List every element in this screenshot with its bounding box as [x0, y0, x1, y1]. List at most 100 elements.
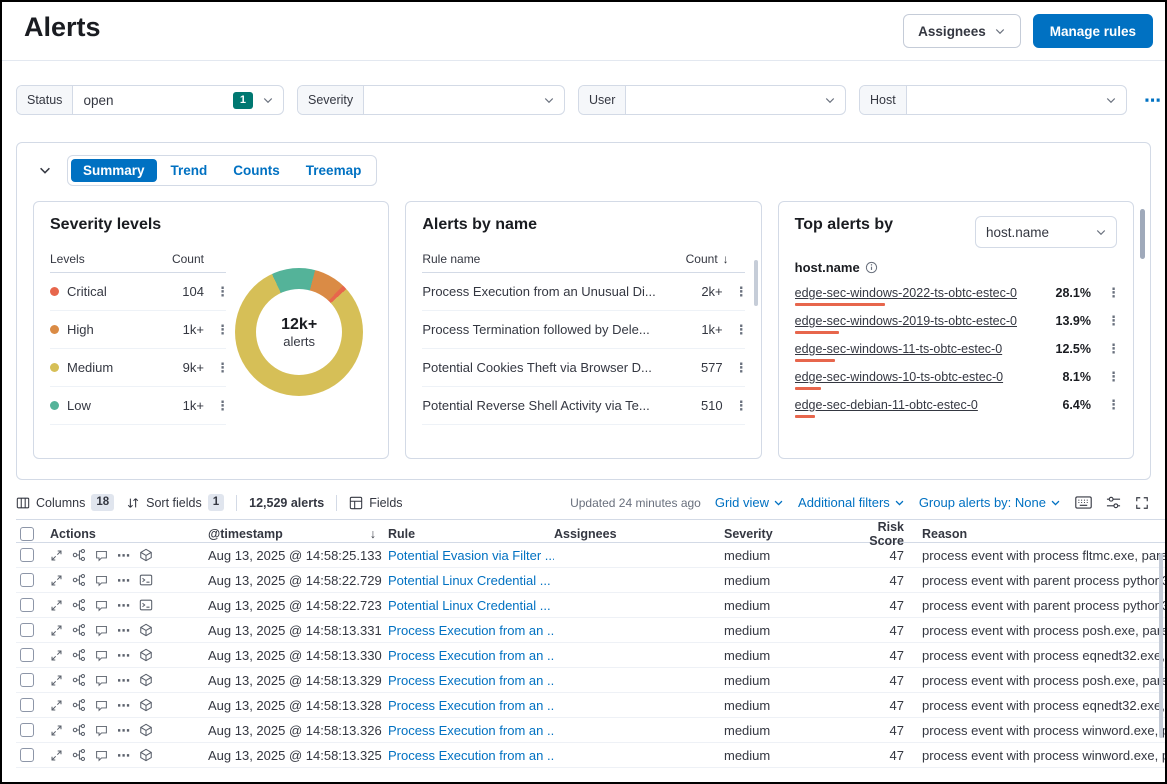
section-scrollbar[interactable] — [1140, 209, 1145, 259]
more-actions-icon[interactable]: ⋯ — [117, 649, 130, 662]
row-checkbox[interactable] — [20, 698, 34, 712]
row-actions-icon[interactable]: ⋮ — [216, 284, 226, 300]
status-filter[interactable]: Status open 1 — [16, 85, 284, 115]
columns-button[interactable]: Columns 18 — [16, 494, 114, 511]
expand-alert-icon[interactable] — [50, 674, 63, 687]
alert-rule-link[interactable]: Process Execution from an ... — [388, 623, 554, 638]
analyze-event-icon[interactable] — [72, 748, 86, 762]
col-rule[interactable]: Rule — [388, 527, 554, 541]
tab-summary[interactable]: Summary — [71, 159, 157, 182]
more-actions-icon[interactable]: ⋯ — [117, 549, 130, 562]
fields-button[interactable]: Fields — [349, 496, 402, 510]
col-severity[interactable]: Severity — [724, 527, 844, 541]
more-actions-icon[interactable]: ⋯ — [117, 699, 130, 712]
analyze-session-icon[interactable] — [139, 548, 153, 562]
col-risk-score[interactable]: Risk Score — [844, 520, 908, 548]
expand-alert-icon[interactable] — [50, 599, 63, 612]
host-name-link[interactable]: edge-sec-debian-11-obtc-estec-0 — [795, 398, 1055, 412]
more-actions-icon[interactable]: ⋯ — [117, 574, 130, 587]
tab-trend[interactable]: Trend — [159, 159, 220, 182]
session-view-icon[interactable] — [139, 598, 153, 612]
fullscreen-icon[interactable] — [1135, 496, 1149, 510]
row-actions-icon[interactable]: ⋮ — [1107, 397, 1117, 413]
alert-rule-link[interactable]: Process Execution from an ... — [388, 723, 554, 738]
additional-filters-button[interactable]: Additional filters — [798, 495, 905, 510]
more-actions-icon[interactable]: ⋯ — [117, 599, 130, 612]
alert-rule-link[interactable]: Potential Evasion via Filter ... — [388, 548, 554, 563]
col-timestamp[interactable]: @timestamp ↓ — [208, 527, 388, 541]
add-note-icon[interactable] — [95, 549, 108, 562]
tab-treemap[interactable]: Treemap — [294, 159, 374, 182]
info-icon[interactable] — [865, 261, 878, 274]
user-filter[interactable]: User — [578, 85, 846, 115]
more-actions-icon[interactable]: ⋯ — [117, 674, 130, 687]
rule-name[interactable]: Potential Reverse Shell Activity via Te.… — [422, 398, 682, 413]
analyze-session-icon[interactable] — [139, 723, 153, 737]
col-reason[interactable]: Reason — [908, 527, 1165, 541]
row-checkbox[interactable] — [20, 748, 34, 762]
analyze-session-icon[interactable] — [139, 698, 153, 712]
analyze-event-icon[interactable] — [72, 548, 86, 562]
alert-rule-link[interactable]: Process Execution from an ... — [388, 698, 554, 713]
rule-name[interactable]: Process Termination followed by Dele... — [422, 322, 682, 337]
expand-alert-icon[interactable] — [50, 549, 63, 562]
expand-alert-icon[interactable] — [50, 749, 63, 762]
row-actions-icon[interactable]: ⋮ — [1107, 341, 1117, 357]
filter-options-icon[interactable]: ⋯ — [1144, 92, 1162, 109]
more-actions-icon[interactable]: ⋯ — [117, 749, 130, 762]
manage-rules-button[interactable]: Manage rules — [1033, 14, 1153, 48]
analyze-session-icon[interactable] — [139, 648, 153, 662]
expand-alert-icon[interactable] — [50, 624, 63, 637]
expand-alert-icon[interactable] — [50, 699, 63, 712]
keyboard-shortcuts-icon[interactable] — [1075, 496, 1092, 509]
row-checkbox[interactable] — [20, 598, 34, 612]
analyze-event-icon[interactable] — [72, 598, 86, 612]
table-scrollbar[interactable] — [1159, 553, 1163, 738]
select-all-checkbox[interactable] — [20, 527, 34, 541]
add-note-icon[interactable] — [95, 599, 108, 612]
row-checkbox[interactable] — [20, 548, 34, 562]
sort-fields-button[interactable]: Sort fields 1 — [126, 494, 224, 511]
analyze-event-icon[interactable] — [72, 723, 86, 737]
panel-scrollbar[interactable] — [754, 260, 758, 306]
expand-alert-icon[interactable] — [50, 649, 63, 662]
row-actions-icon[interactable]: ⋮ — [216, 360, 226, 376]
top-alerts-field-select[interactable]: host.name — [975, 216, 1117, 248]
row-checkbox[interactable] — [20, 623, 34, 637]
analyze-event-icon[interactable] — [72, 573, 86, 587]
grid-view-button[interactable]: Grid view — [715, 495, 784, 510]
group-alerts-button[interactable]: Group alerts by: None — [919, 495, 1061, 510]
add-note-icon[interactable] — [95, 649, 108, 662]
alert-rule-link[interactable]: Potential Linux Credential ... — [388, 573, 554, 588]
analyze-session-icon[interactable] — [139, 673, 153, 687]
add-note-icon[interactable] — [95, 624, 108, 637]
tab-counts[interactable]: Counts — [221, 159, 292, 182]
row-checkbox[interactable] — [20, 723, 34, 737]
more-actions-icon[interactable]: ⋯ — [117, 624, 130, 637]
analyze-session-icon[interactable] — [139, 623, 153, 637]
alert-rule-link[interactable]: Process Execution from an ... — [388, 748, 554, 763]
row-actions-icon[interactable]: ⋮ — [735, 360, 745, 376]
alert-rule-link[interactable]: Process Execution from an ... — [388, 648, 554, 663]
col-assignees[interactable]: Assignees — [554, 527, 724, 541]
collapse-charts-button[interactable] — [33, 158, 57, 182]
more-actions-icon[interactable]: ⋯ — [117, 724, 130, 737]
row-checkbox[interactable] — [20, 648, 34, 662]
rule-name[interactable]: Process Execution from an Unusual Di... — [422, 284, 682, 299]
host-filter[interactable]: Host — [859, 85, 1127, 115]
expand-alert-icon[interactable] — [50, 574, 63, 587]
row-actions-icon[interactable]: ⋮ — [735, 284, 745, 300]
add-note-icon[interactable] — [95, 724, 108, 737]
add-note-icon[interactable] — [95, 749, 108, 762]
host-name-link[interactable]: edge-sec-windows-2022-ts-obtc-estec-0 — [795, 286, 1048, 300]
add-note-icon[interactable] — [95, 699, 108, 712]
row-actions-icon[interactable]: ⋮ — [1107, 313, 1117, 329]
add-note-icon[interactable] — [95, 674, 108, 687]
analyze-event-icon[interactable] — [72, 673, 86, 687]
host-name-link[interactable]: edge-sec-windows-2019-ts-obtc-estec-0 — [795, 314, 1048, 328]
session-view-icon[interactable] — [139, 573, 153, 587]
row-actions-icon[interactable]: ⋮ — [735, 398, 745, 414]
rule-name[interactable]: Potential Cookies Theft via Browser D... — [422, 360, 682, 375]
alert-rule-link[interactable]: Process Execution from an ... — [388, 673, 554, 688]
analyze-event-icon[interactable] — [72, 648, 86, 662]
